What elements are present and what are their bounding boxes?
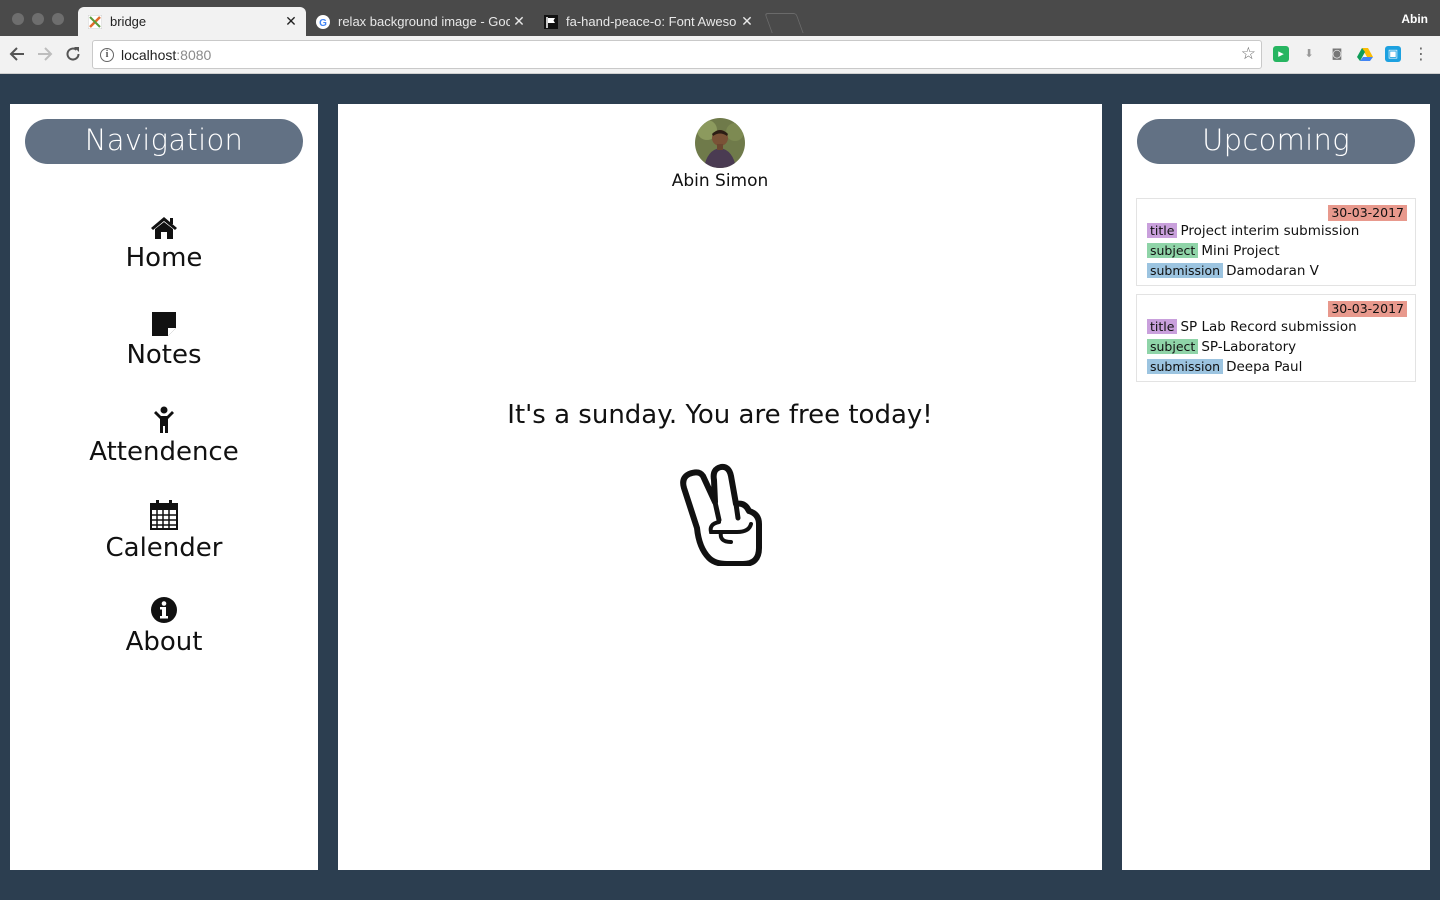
google-drive-extension-icon[interactable] xyxy=(1357,46,1373,62)
upcoming-card[interactable]: 30-03-2017 title Project interim submissi… xyxy=(1136,198,1416,286)
reload-button[interactable] xyxy=(64,45,82,68)
address-bar[interactable]: i localhost:8080 ☆ xyxy=(92,40,1262,69)
upcoming-card[interactable]: 30-03-2017 title SP Lab Record submission… xyxy=(1136,294,1416,382)
browser-tab-strip: bridge ✕ G relax background image - Goo … xyxy=(0,0,1440,36)
tab-label: bridge xyxy=(110,14,147,29)
nav-label: Home xyxy=(125,243,203,273)
browser-toolbar: i localhost:8080 ☆ ▸ ⬇ ◙ ▣ ⋮ xyxy=(0,36,1440,74)
download-extension-icon[interactable]: ⬇ xyxy=(1301,46,1317,62)
card-submission: Damodaran V xyxy=(1226,263,1319,279)
calendar-icon xyxy=(150,500,178,530)
upcoming-title: Upcoming xyxy=(1137,119,1415,164)
browser-menu-icon[interactable]: ⋮ xyxy=(1413,46,1429,62)
window-close-button[interactable] xyxy=(12,13,24,25)
reload-icon xyxy=(66,47,80,61)
home-icon xyxy=(151,217,177,239)
window-zoom-button[interactable] xyxy=(52,13,64,25)
hand-peace-icon xyxy=(675,462,765,570)
nav-label: Notes xyxy=(126,340,202,370)
card-subject: Mini Project xyxy=(1201,243,1280,259)
card-title: SP Lab Record submission xyxy=(1180,319,1357,335)
submission-tag: submission xyxy=(1147,263,1224,278)
reader-extension-icon[interactable]: ▣ xyxy=(1385,46,1401,62)
upcoming-panel: Upcoming 30-03-2017 title Project interim… xyxy=(1122,104,1430,870)
window-minimize-button[interactable] xyxy=(32,13,44,25)
card-submission-row: submission Damodaran V xyxy=(1147,261,1407,281)
profile-name[interactable]: Abin xyxy=(1401,12,1428,26)
card-title-row: title SP Lab Record submission xyxy=(1147,317,1407,337)
bridge-favicon-icon xyxy=(88,14,102,29)
flag-favicon-icon xyxy=(544,14,558,29)
navigation-title: Navigation xyxy=(25,119,303,164)
main-panel: Abin Simon It's a sunday. You are free t… xyxy=(338,104,1102,870)
avatar[interactable] xyxy=(695,118,745,168)
card-subject-row: subject SP-Laboratory xyxy=(1147,337,1407,357)
info-circle-icon xyxy=(151,597,177,623)
nav-label: Calender xyxy=(105,533,223,563)
tab-close-icon[interactable]: ✕ xyxy=(282,13,300,30)
back-button[interactable] xyxy=(8,45,26,68)
arrow-left-icon xyxy=(9,47,24,61)
nav-item-notes[interactable]: Notes xyxy=(10,311,318,371)
nav-label: Attendence xyxy=(89,437,239,467)
nav-item-about[interactable]: About xyxy=(10,596,318,658)
title-tag: title xyxy=(1147,223,1178,238)
nav-item-home[interactable]: Home xyxy=(10,216,318,274)
subject-tag: subject xyxy=(1147,243,1199,258)
nav-item-calender[interactable]: Calender xyxy=(10,500,318,564)
tab-font-awesome[interactable]: fa-hand-peace-o: Font Aweso ✕ xyxy=(534,7,762,36)
tab-close-icon[interactable]: ✕ xyxy=(738,13,756,30)
google-favicon-icon: G xyxy=(316,14,330,29)
forward-button[interactable] xyxy=(36,45,54,68)
card-subject: SP-Laboratory xyxy=(1201,339,1297,355)
svg-text:G: G xyxy=(319,18,327,29)
free-day-message: It's a sunday. You are free today! xyxy=(507,400,933,430)
tab-close-icon[interactable]: ✕ xyxy=(510,13,528,30)
arrow-right-icon xyxy=(38,47,53,61)
site-info-icon[interactable]: i xyxy=(100,47,114,62)
card-submission: Deepa Paul xyxy=(1226,359,1303,375)
navigation-panel: Navigation Home Notes Attendence Calende… xyxy=(10,104,318,870)
date-badge: 30-03-2017 xyxy=(1328,301,1407,317)
subject-tag: subject xyxy=(1147,339,1199,354)
bookmark-star-icon[interactable]: ☆ xyxy=(1241,44,1256,64)
user-name: Abin Simon xyxy=(671,171,769,191)
submission-tag: submission xyxy=(1147,359,1224,374)
sticky-note-icon xyxy=(152,312,176,336)
tab-bridge[interactable]: bridge ✕ xyxy=(78,7,306,36)
camera-extension-icon[interactable]: ◙ xyxy=(1329,46,1345,62)
tab-label: fa-hand-peace-o: Font Aweso xyxy=(566,14,737,29)
nav-label: About xyxy=(125,627,203,657)
title-tag: title xyxy=(1147,319,1178,334)
card-subject-row: subject Mini Project xyxy=(1147,241,1407,261)
tab-label: relax background image - Goo xyxy=(338,14,510,29)
card-title: Project interim submission xyxy=(1180,223,1360,239)
nav-item-attendence[interactable]: Attendence xyxy=(10,406,318,468)
pushbullet-extension-icon[interactable]: ▸ xyxy=(1273,46,1289,62)
new-tab-button[interactable] xyxy=(764,13,804,33)
tab-google-search[interactable]: G relax background image - Goo ✕ xyxy=(306,7,534,36)
card-title-row: title Project interim submission xyxy=(1147,221,1407,241)
date-badge: 30-03-2017 xyxy=(1328,205,1407,221)
child-icon xyxy=(154,406,174,433)
url-text: localhost:8080 xyxy=(121,46,212,63)
card-submission-row: submission Deepa Paul xyxy=(1147,357,1407,377)
